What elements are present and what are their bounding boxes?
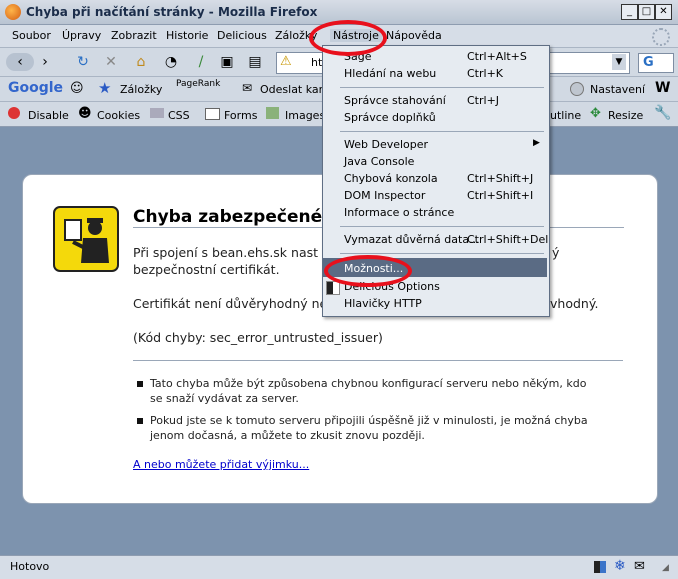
bullet-text-1: Tato chyba může být způsobena chybnou ko… [150,377,587,405]
pen-icon[interactable]: / [192,53,210,71]
delicious-status-icon[interactable] [594,561,606,573]
bullet-2 [137,418,143,424]
menu-item-web-developer[interactable]: Web Developer [344,138,428,151]
menu-item-informace[interactable]: Informace o stránce [344,206,454,219]
throbber-icon [652,28,670,46]
resize-grip-icon[interactable]: ◢ [662,563,669,573]
maximize-button[interactable]: □ [638,4,655,20]
css-icon [150,108,164,118]
title-divider-right [550,227,624,228]
snowflake-icon[interactable]: ❄ [614,558,626,574]
wrench-icon[interactable]: 🔧 [654,105,671,121]
home-icon[interactable]: ⌂ [132,53,150,71]
error-title: Chyba zabezpečeného [133,207,346,227]
menu-item-java-console[interactable]: Java Console [344,155,414,168]
cookies-icon: ☻ [78,106,92,121]
menu-historie[interactable]: Historie [166,29,208,42]
wikipedia-icon[interactable]: W [655,80,670,96]
search-engine-icon[interactable]: G [638,53,674,73]
clock-icon[interactable]: ◔ [162,53,180,71]
disable-icon [8,107,20,119]
zalozky-button[interactable]: Záložky [120,83,162,96]
annotation-circle-nastroje [309,20,387,56]
menu-item-spravce-stahovani[interactable]: Správce stahování [344,94,446,107]
menu-napoveda[interactable]: Nápověda [386,29,442,42]
stop-icon[interactable]: ✕ [102,53,120,71]
resize-button[interactable]: Resize [608,109,643,122]
menu-item-dom-inspector[interactable]: DOM Inspector [344,189,425,202]
menu-item-vymazat[interactable]: Vymazat důvěrná data... [344,233,480,246]
shortcut-stahovani: Ctrl+J [467,94,500,107]
chat-icon[interactable]: ☺ [70,81,84,96]
menu-separator [340,131,544,132]
star-icon[interactable]: ★ [98,79,111,97]
cookies-button[interactable]: Cookies [97,109,140,122]
title-divider [133,227,323,228]
mail-icon[interactable]: ✉ [634,559,645,574]
odeslat-button[interactable]: Odeslat kam [260,83,329,96]
pagerank-label: PageRank [176,79,221,89]
briefcase-icon[interactable]: ▣ [218,53,236,71]
shortcut-hledani: Ctrl+K [467,67,504,80]
bullet-1 [137,381,143,387]
menu-zobrazit[interactable]: Zobrazit [111,29,157,42]
error-paragraph-1-tail: ý [552,245,560,260]
nastaveni-button[interactable]: Nastavení [590,83,645,96]
menu-upravy[interactable]: Úpravy [62,29,101,42]
forms-icon [205,108,220,120]
menu-separator [340,226,544,227]
menu-delicious[interactable]: Delicious [217,29,267,42]
shortcut-konzola: Ctrl+Shift+J [467,172,534,185]
shortcut-dom: Ctrl+Shift+I [467,189,534,202]
status-text: Hotovo [10,560,50,573]
images-icon [266,107,279,119]
images-button[interactable]: Images [285,109,325,122]
reload-icon[interactable]: ↻ [74,53,92,71]
add-exception-link[interactable]: A nebo můžete přidat výjimku... [133,458,309,471]
firefox-logo-icon [5,4,21,20]
error-paragraph-2-tail: vhodný. [550,296,599,311]
send-icon[interactable]: ✉ [242,81,252,95]
back-icon[interactable]: ‹ [6,53,34,71]
resize-icon: ✥ [590,106,601,121]
minimize-button[interactable]: _ [621,4,638,20]
shortcut-sage: Ctrl+Alt+S [467,50,527,63]
menu-item-hlavicky-http[interactable]: Hlavičky HTTP [344,297,422,310]
shortcut-vymazat: Ctrl+Shift+Del [467,233,549,246]
menu-soubor[interactable]: Soubor [12,29,51,42]
delicious-icon [326,281,340,295]
error-code: (Kód chyby: sec_error_untrusted_issuer) [133,330,383,345]
menu-item-spravce-doplnku[interactable]: Správce doplňků [344,111,436,124]
menu-item-chybova-konzola[interactable]: Chybová konzola [344,172,438,185]
css-button[interactable]: CSS [168,109,190,122]
annotation-circle-moznosti [324,255,412,287]
close-button[interactable]: ✕ [655,4,672,20]
status-bar: Hotovo ❄ ✉ ◢ [0,555,678,579]
outline-button[interactable]: utline [550,109,581,122]
google-logo: Google [8,80,64,96]
submenu-arrow-icon: ▶ [533,138,540,148]
window-title: Chyba při načítání stránky - Mozilla Fir… [26,5,318,19]
menu-item-hledani[interactable]: Hledání na webu [344,67,436,80]
menu-separator [340,253,544,254]
warning-icon: ⚠ [280,54,292,69]
disable-button[interactable]: Disable [28,109,69,122]
settings-icon[interactable] [570,82,584,96]
menu-separator [340,87,544,88]
clipboard-icon[interactable]: ▤ [246,53,264,71]
forms-button[interactable]: Forms [224,109,257,122]
content-divider [133,360,623,361]
forward-icon[interactable]: › [36,53,54,71]
security-officer-icon [53,206,119,272]
url-dropdown-icon[interactable]: ▼ [612,54,626,70]
bullet-text-2: Pokud jste se k tomuto serveru připojili… [150,414,588,442]
